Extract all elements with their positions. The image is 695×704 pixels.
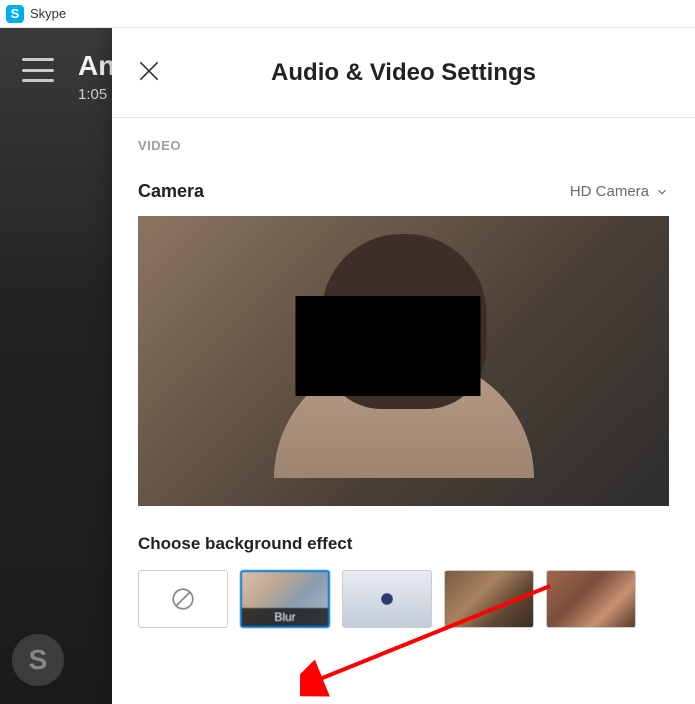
camera-dropdown[interactable]: HD Camera bbox=[570, 183, 669, 200]
close-icon bbox=[136, 58, 162, 84]
hamburger-menu-button[interactable] bbox=[22, 58, 54, 82]
video-section-label: VIDEO bbox=[138, 138, 669, 153]
none-icon bbox=[170, 586, 196, 612]
skype-icon: S bbox=[6, 5, 24, 23]
background-effect-options: Blur bbox=[138, 570, 669, 628]
call-duration: 1:05 bbox=[78, 86, 107, 103]
camera-label: Camera bbox=[138, 181, 204, 202]
effect-blur-label: Blur bbox=[242, 608, 328, 626]
contact-name: An bbox=[78, 50, 115, 82]
camera-selector-row: Camera HD Camera bbox=[138, 181, 669, 202]
camera-preview bbox=[138, 216, 669, 506]
effect-blur[interactable]: Blur bbox=[240, 570, 330, 628]
self-avatar[interactable]: S bbox=[12, 634, 64, 686]
camera-selected-value: HD Camera bbox=[570, 183, 649, 200]
effect-none[interactable] bbox=[138, 570, 228, 628]
effect-background-1[interactable] bbox=[342, 570, 432, 628]
settings-panel: Audio & Video Settings VIDEO Camera HD C… bbox=[112, 28, 695, 704]
chevron-down-icon bbox=[655, 185, 669, 199]
window-title: Skype bbox=[30, 6, 66, 21]
close-button[interactable] bbox=[136, 58, 166, 88]
preview-censor-block bbox=[295, 296, 480, 396]
background-effect-label: Choose background effect bbox=[138, 534, 669, 554]
panel-body: VIDEO Camera HD Camera Choose background… bbox=[112, 118, 695, 648]
effect-background-3[interactable] bbox=[546, 570, 636, 628]
effect-background-2[interactable] bbox=[444, 570, 534, 628]
window-titlebar: S Skype bbox=[0, 0, 695, 28]
call-screen-background: An 1:05 S Audio & Video Settings VIDEO C… bbox=[0, 28, 695, 704]
panel-header: Audio & Video Settings bbox=[112, 28, 695, 118]
panel-title: Audio & Video Settings bbox=[271, 59, 536, 87]
